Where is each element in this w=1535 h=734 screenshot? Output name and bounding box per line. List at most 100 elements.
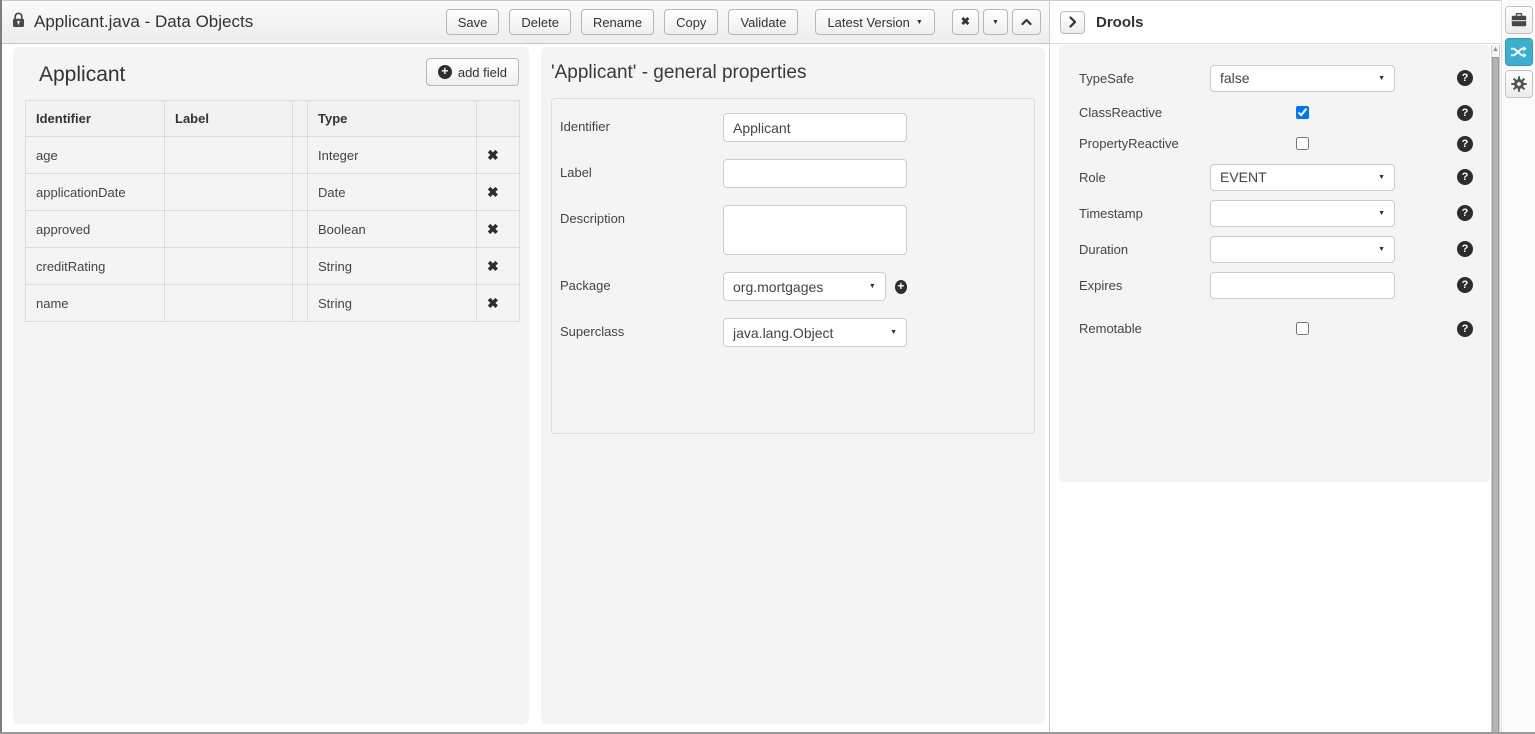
help-icon[interactable]: ? — [1457, 277, 1473, 293]
role-select[interactable]: EVENT ▼ — [1210, 164, 1395, 191]
cell-delete: ✖ — [477, 211, 520, 248]
cell-type: String — [308, 285, 477, 322]
panel-divider — [1049, 0, 1050, 734]
help-icon[interactable]: ? — [1457, 136, 1473, 152]
delete-button[interactable]: Delete — [509, 9, 571, 35]
validate-button[interactable]: Validate — [728, 9, 798, 35]
settings-button[interactable] — [1505, 70, 1533, 98]
timestamp-select[interactable]: ▼ — [1210, 200, 1395, 227]
cell-identifier: name — [26, 285, 165, 322]
duration-select[interactable]: ▼ — [1210, 236, 1395, 263]
drools-row-classreactive: ClassReactive ? — [1059, 97, 1490, 128]
close-icon: ✖ — [961, 17, 970, 28]
drools-panel-scrollbar: ▲ — [1491, 45, 1500, 734]
fields-table-header-row: Identifier Label Type — [26, 101, 520, 137]
lock-icon — [12, 12, 25, 33]
table-row[interactable]: approved Boolean ✖ — [26, 211, 520, 248]
classreactive-checkbox[interactable] — [1296, 106, 1309, 119]
column-header-identifier: Identifier — [26, 101, 165, 137]
drools-row-timestamp: Timestamp ▼ ? — [1059, 195, 1490, 231]
package-label: Package — [560, 272, 723, 301]
description-label: Description — [560, 205, 723, 255]
drools-row-duration: Duration ▼ ? — [1059, 231, 1490, 267]
close-button[interactable]: ✖ — [952, 9, 979, 35]
latest-version-dropdown[interactable]: Latest Version ▼ — [815, 9, 934, 35]
cell-type: Integer — [308, 137, 477, 174]
page-title: Applicant.java - Data Objects — [34, 12, 253, 32]
cell-delete: ✖ — [477, 248, 520, 285]
classreactive-label: ClassReactive — [1079, 105, 1210, 120]
scrollbar-thumb[interactable] — [1492, 57, 1499, 733]
editor-header: Applicant.java - Data Objects Save Delet… — [2, 0, 1049, 44]
drools-panel-title: Drools — [1096, 14, 1144, 31]
expires-label: Expires — [1079, 278, 1210, 293]
title-wrap: Applicant.java - Data Objects — [12, 12, 253, 33]
panel-menu-button[interactable]: ▼ — [983, 9, 1008, 35]
fields-panel-head: Applicant + add field — [13, 47, 529, 100]
scroll-up-arrow[interactable]: ▲ — [1492, 46, 1499, 53]
caret-down-icon: ▼ — [1378, 174, 1385, 181]
table-row[interactable]: name String ✖ — [26, 285, 520, 322]
add-field-button[interactable]: + add field — [426, 58, 519, 86]
help-icon[interactable]: ? — [1457, 105, 1473, 121]
typesafe-select-value: false — [1220, 70, 1378, 86]
workbench-button[interactable] — [1505, 6, 1533, 34]
drools-properties-panel: TypeSafe false ▼ ? ClassReactive ? Prope… — [1059, 45, 1490, 482]
save-button[interactable]: Save — [446, 9, 500, 35]
drools-row-propertyreactive: PropertyReactive ? — [1059, 128, 1490, 159]
delete-field-icon[interactable]: ✖ — [487, 147, 499, 163]
duration-label: Duration — [1079, 242, 1210, 257]
delete-field-icon[interactable]: ✖ — [487, 295, 499, 311]
collapse-button[interactable] — [1012, 9, 1041, 35]
help-icon[interactable]: ? — [1457, 70, 1473, 86]
help-icon[interactable]: ? — [1457, 169, 1473, 185]
panel-control-buttons: ✖ ▼ — [952, 9, 1041, 35]
copy-button[interactable]: Copy — [664, 9, 718, 35]
cell-label — [165, 174, 293, 211]
remotable-label: Remotable — [1079, 321, 1210, 336]
cell-identifier: approved — [26, 211, 165, 248]
delete-field-icon[interactable]: ✖ — [487, 184, 499, 200]
table-row[interactable]: age Integer ✖ — [26, 137, 520, 174]
plus-circle-icon: + — [438, 65, 452, 79]
cell-label — [165, 211, 293, 248]
delete-field-icon[interactable]: ✖ — [487, 221, 499, 237]
editor-toolbar: Save Delete Rename Copy Validate Latest … — [446, 9, 1041, 35]
fields-table: Identifier Label Type age Integer ✖ appl… — [25, 100, 520, 322]
add-package-button[interactable]: + — [895, 280, 907, 294]
drools-row-typesafe: TypeSafe false ▼ ? — [1059, 59, 1490, 97]
rename-button[interactable]: Rename — [581, 9, 654, 35]
randomize-layout-button[interactable] — [1505, 38, 1533, 66]
help-icon[interactable]: ? — [1457, 241, 1473, 257]
expand-panel-button[interactable] — [1060, 11, 1085, 34]
label-field[interactable] — [723, 159, 907, 188]
caret-down-icon: ▼ — [1378, 246, 1385, 253]
typesafe-label: TypeSafe — [1079, 71, 1210, 86]
cell-type: Date — [308, 174, 477, 211]
column-header-actions — [477, 101, 520, 137]
propertyreactive-checkbox[interactable] — [1296, 137, 1309, 150]
propertyreactive-label: PropertyReactive — [1079, 136, 1210, 151]
delete-field-icon[interactable]: ✖ — [487, 258, 499, 274]
cell-spacer — [293, 285, 308, 322]
table-row[interactable]: creditRating String ✖ — [26, 248, 520, 285]
superclass-select[interactable]: java.lang.Object ▼ — [723, 318, 907, 347]
data-modeler-window: Applicant.java - Data Objects Save Delet… — [0, 0, 1535, 734]
form-row-superclass: Superclass java.lang.Object ▼ — [552, 318, 1034, 347]
drools-row-expires: Expires ? — [1059, 267, 1490, 303]
description-field[interactable] — [723, 205, 907, 255]
remotable-checkbox[interactable] — [1296, 322, 1309, 335]
column-header-label: Label — [165, 101, 293, 137]
side-toolbar — [1501, 0, 1535, 734]
column-header-spacer — [293, 101, 308, 137]
identifier-field[interactable] — [723, 113, 907, 142]
expires-field[interactable] — [1210, 272, 1395, 299]
help-icon[interactable]: ? — [1457, 321, 1473, 337]
package-select[interactable]: org.mortgages ▼ — [723, 272, 886, 301]
chevron-up-icon — [1021, 18, 1032, 26]
typesafe-select[interactable]: false ▼ — [1210, 65, 1395, 92]
form-row-label: Label — [552, 159, 1034, 188]
table-row[interactable]: applicationDate Date ✖ — [26, 174, 520, 211]
help-icon[interactable]: ? — [1457, 205, 1473, 221]
form-row-identifier: Identifier — [552, 113, 1034, 142]
